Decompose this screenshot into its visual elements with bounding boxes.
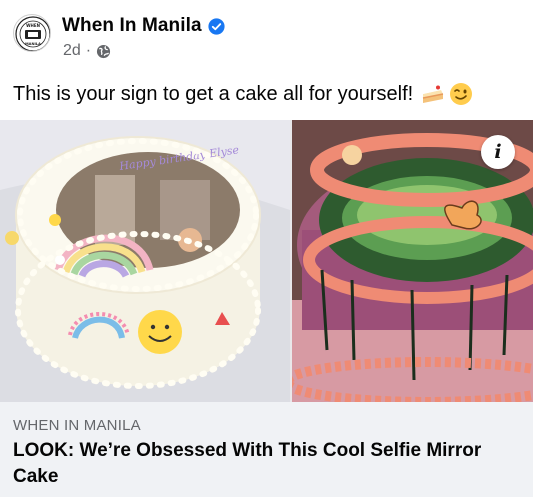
globe-icon[interactable] (96, 44, 111, 59)
winking-face-emoji (450, 83, 473, 105)
cake-emoji (423, 85, 444, 103)
link-preview[interactable]: WHEN IN MANILA LOOK: We’re Obsessed With… (0, 402, 533, 497)
link-domain: WHEN IN MANILA (13, 417, 141, 434)
photo-left[interactable]: Happy birthday Elyse (0, 120, 290, 402)
post-header: WHEN MANILA When In Manila 2d · (0, 0, 533, 70)
post-meta: 2d · (63, 42, 111, 60)
svg-text:MANILA: MANILA (25, 42, 41, 46)
post-media[interactable]: Happy birthday Elyse (0, 120, 533, 402)
caption-text: This is your sign to get a cake all for … (13, 82, 414, 105)
link-headline[interactable]: LOOK: We’re Obsessed With This Cool Self… (13, 438, 523, 490)
post-caption: This is your sign to get a cake all for … (13, 82, 473, 106)
svg-text:WHEN: WHEN (26, 23, 40, 28)
page-name-link[interactable]: When In Manila (62, 15, 225, 37)
page-avatar[interactable]: WHEN MANILA (13, 14, 51, 52)
verified-badge-icon (208, 17, 225, 35)
post-timestamp[interactable]: 2d (63, 42, 81, 60)
info-button[interactable]: i (481, 135, 515, 169)
meta-separator: · (85, 42, 92, 59)
info-icon: i (494, 141, 502, 163)
page-name[interactable]: When In Manila (62, 15, 202, 37)
